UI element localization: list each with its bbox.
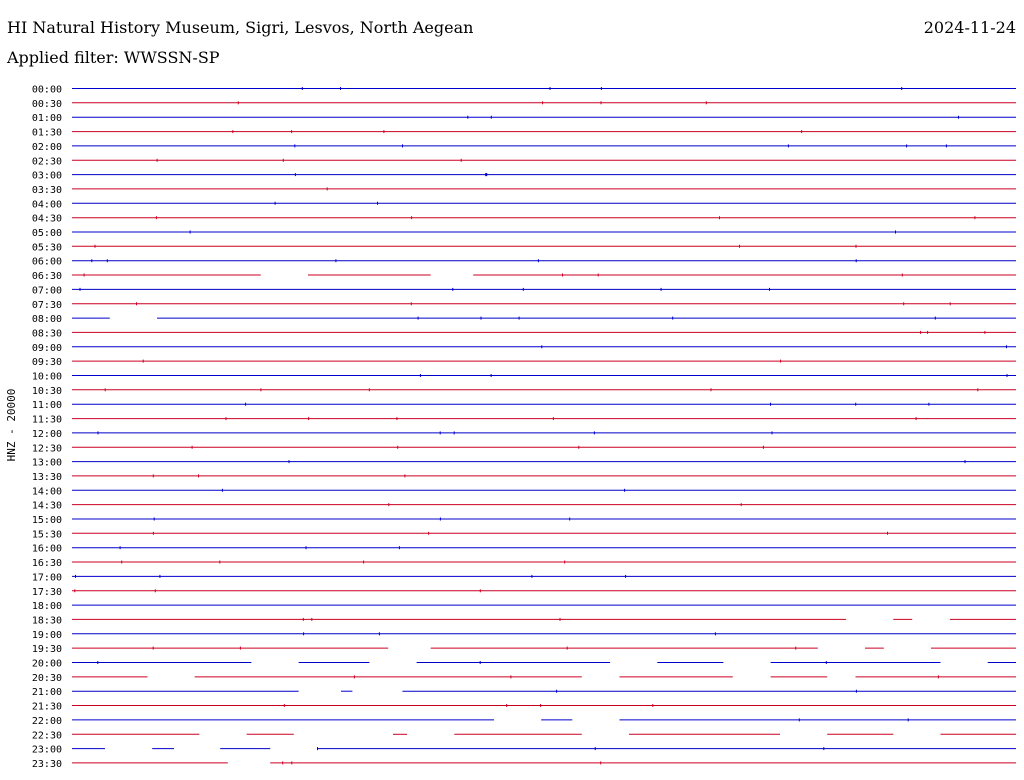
time-tick-label: 11:00: [32, 400, 62, 411]
time-tick-label: 14:00: [32, 486, 62, 497]
time-tick-label: 17:00: [32, 572, 62, 583]
time-tick-label: 00:00: [32, 85, 62, 96]
time-tick-label: 02:00: [32, 142, 62, 153]
time-tick-label: 18:00: [32, 601, 62, 612]
time-tick-label: 20:30: [32, 673, 62, 684]
time-tick-label: 23:30: [32, 759, 62, 770]
time-tick-label: 12:30: [32, 443, 62, 454]
time-tick-label: 02:30: [32, 156, 62, 167]
time-tick-label: 15:30: [32, 529, 62, 540]
time-tick-label: 14:30: [32, 501, 62, 512]
time-tick-label: 01:30: [32, 128, 62, 139]
helicorder-plot: 00:00 00:30 01:00 01:30 02:00 02:30 03:00 03:30…: [5, 85, 1016, 770]
time-tick-label: 06:30: [32, 271, 62, 282]
time-tick-label: 22:30: [32, 730, 62, 741]
time-tick-label: 04:00: [32, 199, 62, 210]
time-tick-label: 03:30: [32, 185, 62, 196]
time-tick-label: 04:30: [32, 214, 62, 225]
time-tick-label: 16:30: [32, 558, 62, 569]
time-tick-label: 11:30: [32, 415, 62, 426]
time-tick-label: 05:30: [32, 242, 62, 253]
time-tick-label: 09:30: [32, 357, 62, 368]
time-tick-label: 17:30: [32, 587, 62, 598]
time-tick-label: 08:00: [32, 314, 62, 325]
y-axis-label: HNZ - 20000: [5, 389, 18, 462]
time-tick-label: 13:00: [32, 458, 62, 469]
time-tick-label: 15:00: [32, 515, 62, 526]
time-tick-label: 22:00: [32, 716, 62, 727]
time-tick-label: 13:30: [32, 472, 62, 483]
time-tick-label: 03:00: [32, 171, 62, 182]
time-tick-label: 23:00: [32, 745, 62, 756]
time-tick-label: 01:00: [32, 113, 62, 124]
time-tick-label: 19:00: [32, 630, 62, 641]
time-tick-label: 09:00: [32, 343, 62, 354]
time-tick-label: 21:30: [32, 702, 62, 713]
time-tick-label: 00:30: [32, 99, 62, 110]
time-tick-label: 07:00: [32, 285, 62, 296]
time-tick-label: 16:00: [32, 544, 62, 555]
time-tick-label: 19:30: [32, 644, 62, 655]
time-tick-label: 10:30: [32, 386, 62, 397]
time-tick-label: 05:00: [32, 228, 62, 239]
time-tick-label: 18:30: [32, 615, 62, 626]
time-tick-label: 20:00: [32, 659, 62, 670]
time-tick-label: 21:00: [32, 687, 62, 698]
time-tick-label: 07:30: [32, 300, 62, 311]
time-tick-label: 08:30: [32, 328, 62, 339]
time-tick-label: 12:00: [32, 429, 62, 440]
time-tick-label: 10:00: [32, 372, 62, 383]
time-tick-label: 06:00: [32, 257, 62, 268]
